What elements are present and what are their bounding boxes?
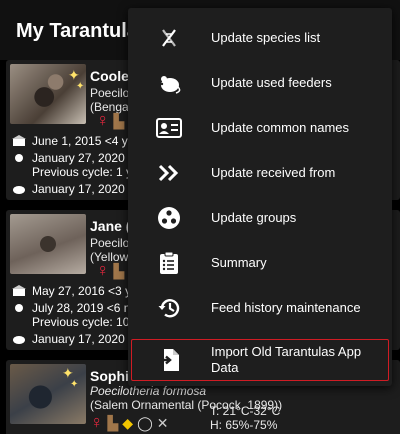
molt-row: July 28, 2019 <6 mo	[12, 301, 140, 315]
mantis-icon: ✕	[156, 414, 169, 431]
menu-item-label: Update used feeders	[211, 74, 332, 90]
menu-item-feed-history-maintenance[interactable]: Feed history maintenance	[128, 285, 392, 330]
menu-item-label: Feed history maintenance	[211, 299, 361, 315]
menu-item-import-old-tarantulas-app-data[interactable]: Import Old Tarantulas App Data	[128, 337, 392, 382]
menu-item-label: Summary	[211, 254, 267, 270]
menu-item-update-species-list[interactable]: Update species list	[128, 15, 392, 60]
last-molt-date: July 28, 2019 <6 mo	[32, 301, 141, 315]
groups-icon	[154, 203, 184, 233]
sparkle-icon: ✦	[76, 81, 85, 92]
fed-row: January 17, 2020 0	[12, 332, 135, 346]
box-icon	[12, 285, 26, 296]
id-card-icon	[154, 113, 184, 143]
menu-item-label: Update groups	[211, 209, 297, 225]
import-icon	[154, 345, 184, 375]
acquired-date: June 1, 2015 <4 yea	[32, 134, 142, 148]
sparkle-icon: ✦	[70, 379, 79, 390]
sparkle-icon: ✦	[62, 365, 74, 381]
female-icon: ♀	[96, 110, 110, 130]
mouse-icon	[154, 68, 184, 98]
tarantula-photo	[10, 364, 86, 424]
molt-row: January 27, 2020 <	[12, 151, 135, 165]
humidity-icon: ◯	[137, 414, 153, 431]
shoe-icon: ▙	[113, 262, 125, 279]
feeder-icon	[13, 186, 25, 194]
previous-cycle: Previous cycle: 10 m	[32, 315, 143, 329]
species-name: Poecilot	[90, 236, 133, 250]
menu-item-update-used-feeders[interactable]: Update used feeders	[128, 60, 392, 105]
last-fed-date: January 17, 2020 0	[32, 182, 135, 196]
feeder-icon	[13, 336, 25, 344]
tarantula-name: Jane (	[90, 218, 131, 234]
molt-icon	[15, 304, 23, 312]
previous-cycle: Previous cycle: 1 ye	[32, 165, 139, 179]
molt-icon	[15, 154, 23, 162]
menu-item-update-received-from[interactable]: Update received from	[128, 150, 392, 195]
clipboard-list-icon	[154, 248, 184, 278]
last-molt-date: January 27, 2020 <	[32, 151, 136, 165]
menu-item-update-common-names[interactable]: Update common names	[128, 105, 392, 150]
acquired-row: June 1, 2015 <4 yea	[12, 134, 141, 148]
double-chevron-right-icon	[154, 158, 184, 188]
menu-item-update-groups[interactable]: Update groups	[128, 195, 392, 240]
sparkle-icon: ✦	[68, 67, 80, 83]
fed-row: January 17, 2020 0	[12, 182, 135, 196]
overflow-menu: Update species list Update used feeders …	[128, 8, 392, 386]
humidity-range: H: 65%-75%	[210, 418, 278, 432]
menu-item-label: Import Old Tarantulas App Data	[211, 343, 362, 375]
menu-item-label: Update common names	[211, 119, 350, 135]
female-icon: ♀	[90, 412, 104, 432]
menu-item-label: Update received from	[211, 164, 336, 180]
menu-item-label: Update species list	[211, 29, 321, 45]
acquired-row: May 27, 2016 <3 yea	[12, 284, 144, 298]
species-name: Poecilot	[90, 86, 133, 100]
menu-item-summary[interactable]: Summary	[128, 240, 392, 285]
last-fed-date: January 17, 2020 0	[32, 332, 135, 346]
tarantula-photo	[10, 214, 86, 274]
history-icon	[154, 293, 184, 323]
temperature-range: T: 21°C-32°C	[210, 404, 281, 418]
female-icon: ♀	[96, 260, 110, 280]
warning-icon: ◆	[122, 414, 134, 431]
dna-icon	[154, 23, 184, 53]
shoe-icon: ▙	[107, 414, 119, 431]
species-name: Poecilotheria formosa	[90, 384, 207, 398]
box-icon	[12, 135, 26, 146]
shoe-icon: ▙	[113, 112, 125, 129]
